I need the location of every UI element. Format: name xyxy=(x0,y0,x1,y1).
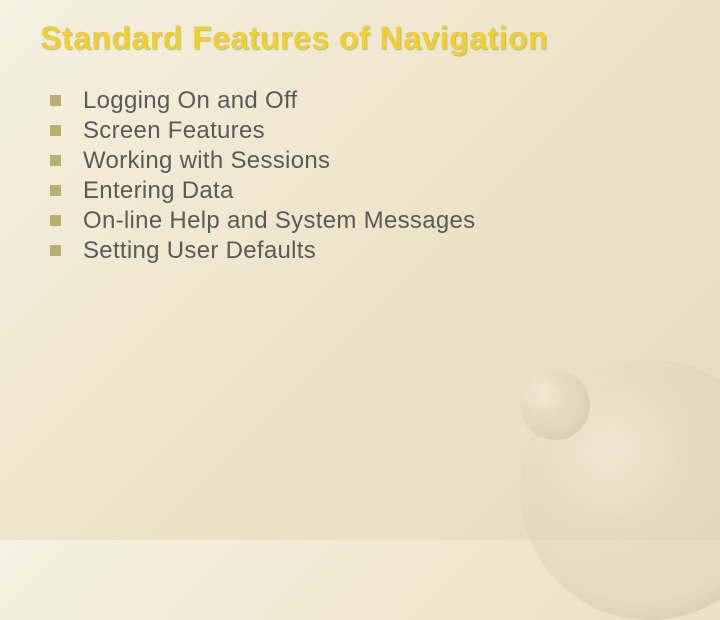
bullet-text: Setting User Defaults xyxy=(83,237,316,265)
slide-title: Standard Features of Navigation xyxy=(40,20,680,57)
bullet-square-icon xyxy=(50,155,61,166)
bullet-text: On-line Help and System Messages xyxy=(83,207,475,235)
bullet-text: Working with Sessions xyxy=(83,147,330,175)
decorative-circle-icon xyxy=(520,370,590,440)
list-item: Setting User Defaults xyxy=(50,237,680,265)
list-item: Working with Sessions xyxy=(50,147,680,175)
bullet-square-icon xyxy=(50,125,61,136)
bullet-text: Screen Features xyxy=(83,117,265,145)
slide-container: Standard Features of Navigation Logging … xyxy=(0,0,720,540)
bullet-square-icon xyxy=(50,185,61,196)
bullet-square-icon xyxy=(50,215,61,226)
list-item: On-line Help and System Messages xyxy=(50,207,680,235)
list-item: Entering Data xyxy=(50,177,680,205)
bullet-square-icon xyxy=(50,245,61,256)
list-item: Screen Features xyxy=(50,117,680,145)
bullet-text: Entering Data xyxy=(83,177,234,205)
bullet-text: Logging On and Off xyxy=(83,87,297,115)
list-item: Logging On and Off xyxy=(50,87,680,115)
bullet-list: Logging On and Off Screen Features Worki… xyxy=(40,87,680,265)
bullet-square-icon xyxy=(50,95,61,106)
